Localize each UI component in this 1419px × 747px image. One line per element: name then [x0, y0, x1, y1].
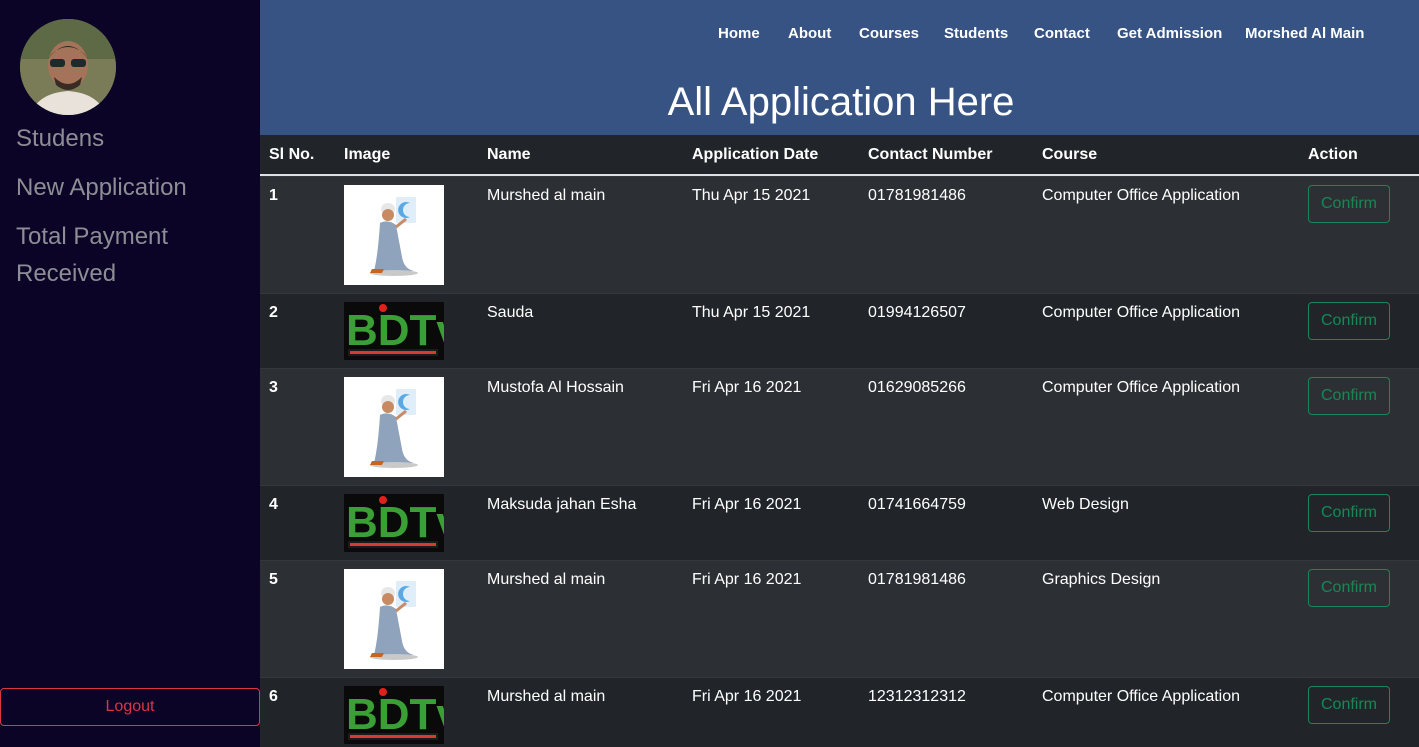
applications-table: Sl No. Image Name Application Date Conta… [260, 135, 1419, 747]
course: Computer Office Application [1042, 379, 1241, 396]
application-date: Fri Apr 16 2021 [692, 688, 802, 705]
nav-get-admission[interactable]: Get Admission [1117, 25, 1222, 42]
table-row: 1 Murshed al main Thu Apr 15 2021 017819… [260, 176, 1419, 293]
course: Computer Office Application [1042, 304, 1241, 321]
course: Computer Office Application [1042, 187, 1241, 204]
applicant-image [344, 185, 444, 285]
column-header-course: Course [1042, 146, 1098, 163]
contact-number: 12312312312 [868, 688, 966, 705]
confirm-button[interactable]: Confirm [1308, 494, 1390, 532]
confirm-button[interactable]: Confirm [1308, 302, 1390, 340]
applicant-name: Murshed al main [487, 571, 606, 588]
applicant-image [344, 377, 444, 477]
sidebar: Studens New Application Total Payment Re… [0, 0, 260, 747]
applicant-name: Maksuda jahan Esha [487, 496, 637, 513]
column-header-action: Action [1308, 146, 1358, 163]
applicant-name: Murshed al main [487, 187, 606, 204]
table-row: 3 Mustofa Al Hossain Fri Apr 16 2021 016… [260, 368, 1419, 485]
column-header-date: Application Date [692, 146, 819, 163]
applicant-name: Murshed al main [487, 688, 606, 705]
confirm-button[interactable]: Confirm [1308, 569, 1390, 607]
sidebar-item-new-application[interactable]: New Application [16, 169, 246, 206]
bdtv-logo-text: BDTv [346, 690, 444, 739]
course: Computer Office Application [1042, 688, 1241, 705]
applicant-image: BDTv [344, 494, 444, 552]
course: Graphics Design [1042, 571, 1161, 588]
contact-number: 01741664759 [868, 496, 966, 513]
column-header-sl: Sl No. [269, 146, 315, 163]
applicant-image: BDTv [344, 302, 444, 360]
applicant-image [344, 569, 444, 669]
row-sl: 4 [269, 496, 278, 513]
table-row: 4 BDTv Maksuda jahan Esha Fri Apr 16 202… [260, 485, 1419, 560]
avatar [20, 19, 116, 115]
nav-about[interactable]: About [788, 25, 831, 42]
sidebar-item-students[interactable]: Studens [16, 120, 246, 157]
table-header: Sl No. Image Name Application Date Conta… [260, 135, 1419, 176]
confirm-button[interactable]: Confirm [1308, 686, 1390, 724]
header: Home About Courses Students Contact Get … [260, 0, 1419, 135]
column-header-name: Name [487, 146, 531, 163]
contact-number: 01629085266 [868, 379, 966, 396]
nav-contact[interactable]: Contact [1034, 25, 1090, 42]
contact-number: 01994126507 [868, 304, 966, 321]
application-date: Fri Apr 16 2021 [692, 496, 802, 513]
table-row: 5 Murshed al main Fri Apr 16 2021 017819… [260, 560, 1419, 677]
confirm-button[interactable]: Confirm [1308, 185, 1390, 223]
nav-user-profile[interactable]: Morshed Al Main [1245, 25, 1364, 42]
applicant-name: Sauda [487, 304, 534, 321]
application-date: Fri Apr 16 2021 [692, 571, 802, 588]
page-title: All Application Here [667, 80, 1015, 124]
application-date: Fri Apr 16 2021 [692, 379, 802, 396]
row-sl: 3 [269, 379, 278, 396]
sidebar-item-total-payment-received[interactable]: Total Payment Received [16, 218, 246, 292]
bdtv-logo-text: BDTv [346, 306, 444, 355]
contact-number: 01781981486 [868, 571, 966, 588]
bdtv-logo-text: BDTv [346, 498, 444, 547]
applicant-image: BDTv [344, 686, 444, 744]
nav-home[interactable]: Home [718, 25, 760, 42]
column-header-image: Image [344, 146, 391, 163]
column-header-contact: Contact Number [868, 146, 993, 163]
application-date: Thu Apr 15 2021 [692, 187, 811, 204]
application-date: Thu Apr 15 2021 [692, 304, 811, 321]
contact-number: 01781981486 [868, 187, 966, 204]
row-sl: 2 [269, 304, 278, 321]
applicant-name: Mustofa Al Hossain [487, 379, 624, 396]
nav-students[interactable]: Students [944, 25, 1008, 42]
row-sl: 6 [269, 688, 278, 705]
row-sl: 1 [269, 187, 278, 204]
row-sl: 5 [269, 571, 278, 588]
table-row: 6 BDTv Murshed al main Fri Apr 16 2021 1… [260, 677, 1419, 747]
logout-button[interactable]: Logout [0, 688, 260, 726]
nav-courses[interactable]: Courses [859, 25, 919, 42]
table-row: 2 BDTv Sauda Thu Apr 15 2021 01994126507… [260, 293, 1419, 368]
course: Web Design [1042, 496, 1129, 513]
confirm-button[interactable]: Confirm [1308, 377, 1390, 415]
